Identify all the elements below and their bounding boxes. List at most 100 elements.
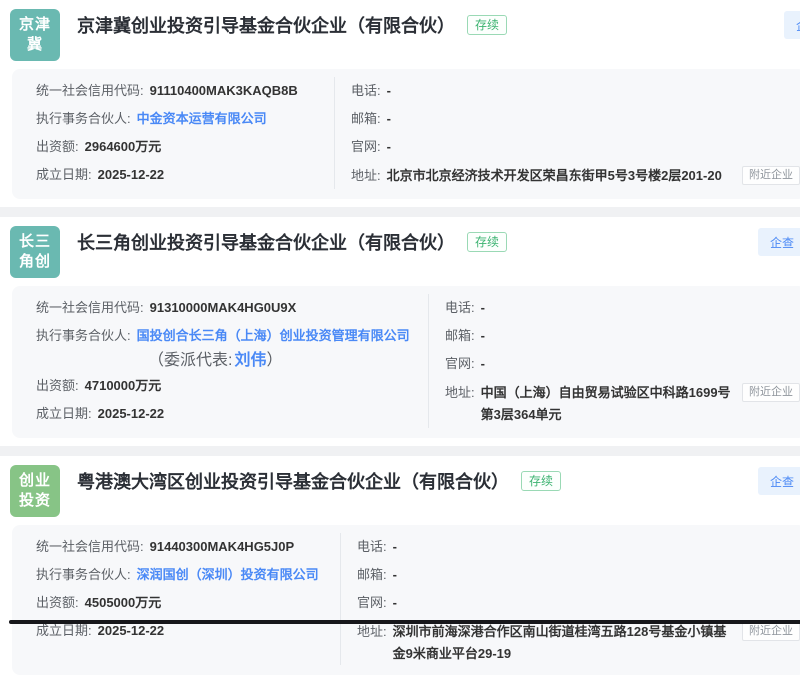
- avatar-text-line2: 投资: [19, 491, 51, 511]
- address-row: 地址: 深圳市前海深港合作区南山街道桂湾五路128号基金小镇基金9米商业平台29…: [357, 617, 800, 665]
- nearby-companies-tag[interactable]: 附近企业: [742, 166, 800, 185]
- partner-label: 执行事务合伙人:: [36, 567, 131, 582]
- avatar-text-line1: 创业: [19, 471, 51, 491]
- phone-row: 电话:-: [357, 533, 800, 561]
- founded-value: 2025-12-22: [98, 167, 165, 182]
- details-right-column: 电话:- 邮箱:- 官网:- 地址: 中国（上海）自由贸易试验区中科路1699号…: [428, 294, 800, 428]
- status-badge: 存续: [467, 232, 507, 252]
- phone-row: 电话:-: [351, 77, 800, 105]
- website-label: 官网:: [357, 595, 387, 610]
- capital-value: 4505000万元: [85, 595, 162, 610]
- credit-code-label: 统一社会信用代码:: [36, 83, 144, 98]
- founded-label: 成立日期:: [36, 167, 92, 182]
- founded-value: 2025-12-22: [98, 406, 165, 421]
- details-left-column: 统一社会信用代码: 91310000MAK4HG0U9X 执行事务合伙人: 国投创合…: [12, 294, 428, 428]
- capital-value: 2964600万元: [85, 139, 162, 154]
- company-name-link[interactable]: 长三角创业投资引导基金合伙企业（有限合伙）: [77, 229, 455, 255]
- phone-label: 电话:: [445, 300, 475, 315]
- report-button[interactable]: 企查: [758, 467, 800, 495]
- title-row: 粤港澳大湾区创业投资引导基金合伙企业（有限合伙） 存续: [77, 468, 561, 494]
- company-card: 京津 冀 京津冀创业投资引导基金合伙企业（有限合伙） 存续 企查 统一社会信用代…: [0, 0, 800, 207]
- capital-label: 出资额:: [36, 378, 79, 393]
- nearby-companies-tag[interactable]: 附近企业: [742, 383, 800, 402]
- phone-value: -: [393, 539, 397, 554]
- email-row: 邮箱:-: [351, 105, 800, 133]
- credit-code-row: 统一社会信用代码:91110400MAK3KAQB8B: [36, 77, 334, 105]
- email-value: -: [481, 328, 485, 343]
- email-value: -: [393, 567, 397, 582]
- search-results-page: { "labels": { "credit_code": "统一社会信用代码:"…: [0, 0, 800, 624]
- phone-label: 电话:: [351, 83, 381, 98]
- partner-link[interactable]: 国投创合长三角（上海）创业投资管理有限公司: [137, 328, 410, 343]
- address-value: 中国（上海）自由贸易试验区中科路1699号第3层364单元: [481, 382, 734, 426]
- partner-link[interactable]: 深润国创（深圳）投资有限公司: [137, 567, 319, 582]
- report-button[interactable]: 企查: [784, 11, 800, 39]
- email-value: -: [387, 111, 391, 126]
- website-label: 官网:: [445, 356, 475, 371]
- company-card: 长三 角创 长三角创业投资引导基金合伙企业（有限合伙） 存续 企查 统一社会信用…: [0, 217, 800, 446]
- company-details-panel: 统一社会信用代码: 91440300MAK4HG5J0P 执行事务合伙人: 深润国创…: [12, 525, 800, 675]
- capital-value: 4710000万元: [85, 378, 162, 393]
- founded-row: 成立日期:2025-12-22: [36, 400, 428, 428]
- details-right-column: 电话:- 邮箱:- 官网:- 地址: 深圳市前海深港合作区南山街道桂湾五路128…: [340, 533, 800, 665]
- nearby-companies-tag[interactable]: 附近企业: [742, 622, 800, 641]
- partner-link[interactable]: 中金资本运营有限公司: [137, 111, 267, 126]
- company-name-link[interactable]: 京津冀创业投资引导基金合伙企业（有限合伙）: [77, 12, 455, 38]
- phone-row: 电话:-: [445, 294, 800, 322]
- email-row: 邮箱:-: [357, 561, 800, 589]
- capital-row: 出资额: 4710000万元: [36, 372, 428, 400]
- founded-row: 成立日期: 2025-12-22: [36, 161, 334, 189]
- website-value: -: [481, 356, 485, 371]
- status-badge: 存续: [521, 471, 561, 491]
- title-row: 京津冀创业投资引导基金合伙企业（有限合伙） 存续: [77, 12, 507, 38]
- address-row: 地址: 中国（上海）自由贸易试验区中科路1699号第3层364单元 附近企业: [445, 378, 800, 426]
- company-name-link[interactable]: 粤港澳大湾区创业投资引导基金合伙企业（有限合伙）: [77, 468, 509, 494]
- credit-code-value: 91310000MAK4HG0U9X: [150, 300, 297, 315]
- website-row: 官网:-: [351, 133, 800, 161]
- company-details-panel: 统一社会信用代码:91110400MAK3KAQB8B 执行事务合伙人: 中金资本…: [12, 69, 800, 199]
- report-button[interactable]: 企查: [758, 228, 800, 256]
- credit-code-row: 统一社会信用代码: 91440300MAK4HG5J0P: [36, 533, 340, 561]
- address-value: 北京市北京经济技术开发区荣昌东街甲5号3号楼2层201-20: [387, 165, 734, 187]
- partner-label: 执行事务合伙人:: [36, 328, 131, 343]
- capital-row: 出资额: 4505000万元: [36, 589, 340, 617]
- delegate-prefix: （委派代表:: [148, 352, 232, 369]
- email-label: 邮箱:: [357, 567, 387, 582]
- credit-code-row: 统一社会信用代码: 91310000MAK4HG0U9X: [36, 294, 428, 322]
- address-value: 深圳市前海深港合作区南山街道桂湾五路128号基金小镇基金9米商业平台29-19: [393, 621, 734, 665]
- company-avatar: 长三 角创: [10, 226, 60, 278]
- credit-code-value: 91440300MAK4HG5J0P: [150, 539, 295, 554]
- partner-row: 执行事务合伙人: 深润国创（深圳）投资有限公司: [36, 561, 340, 589]
- address-row: 地址: 北京市北京经济技术开发区荣昌东街甲5号3号楼2层201-20 附近企业: [351, 161, 800, 187]
- address-label: 地址:: [357, 621, 387, 643]
- phone-value: -: [481, 300, 485, 315]
- avatar-text-line2: 冀: [27, 35, 43, 55]
- title-row: 长三角创业投资引导基金合伙企业（有限合伙） 存续: [77, 229, 507, 255]
- capital-label: 出资额:: [36, 595, 79, 610]
- address-label: 地址:: [351, 165, 381, 187]
- capital-row: 出资额:2964600万元: [36, 133, 334, 161]
- credit-code-label: 统一社会信用代码:: [36, 300, 144, 315]
- partner-label: 执行事务合伙人:: [36, 111, 131, 126]
- website-value: -: [393, 595, 397, 610]
- details-left-column: 统一社会信用代码: 91440300MAK4HG5J0P 执行事务合伙人: 深润国创…: [12, 533, 340, 665]
- website-row: 官网:-: [357, 589, 800, 617]
- status-badge: 存续: [467, 15, 507, 35]
- screenshot-bottom-edge: [9, 620, 800, 624]
- phone-value: -: [387, 83, 391, 98]
- partner-row: 执行事务合伙人: 国投创合长三角（上海）创业投资管理有限公司: [36, 322, 428, 350]
- company-card: 创业 投资 粤港澳大湾区创业投资引导基金合伙企业（有限合伙） 存续 企查 统一社…: [0, 456, 800, 683]
- website-label: 官网:: [351, 139, 381, 154]
- credit-code-label: 统一社会信用代码:: [36, 539, 144, 554]
- delegate-suffix: ）: [266, 352, 282, 369]
- delegate-link[interactable]: 刘伟: [234, 352, 266, 369]
- founded-value: 2025-12-22: [98, 623, 165, 638]
- company-avatar: 京津 冀: [10, 9, 60, 61]
- details-right-column: 电话:- 邮箱:- 官网:- 地址: 北京市北京经济技术开发区荣昌东街甲5号3号…: [334, 77, 800, 189]
- email-label: 邮箱:: [445, 328, 475, 343]
- email-label: 邮箱:: [351, 111, 381, 126]
- company-details-panel: 统一社会信用代码: 91310000MAK4HG0U9X 执行事务合伙人: 国投创合…: [12, 286, 800, 438]
- avatar-text-line1: 京津: [19, 15, 51, 35]
- company-card-header: 长三 角创 长三角创业投资引导基金合伙企业（有限合伙） 存续 企查: [0, 217, 800, 284]
- details-left-column: 统一社会信用代码:91110400MAK3KAQB8B 执行事务合伙人: 中金资本…: [12, 77, 334, 189]
